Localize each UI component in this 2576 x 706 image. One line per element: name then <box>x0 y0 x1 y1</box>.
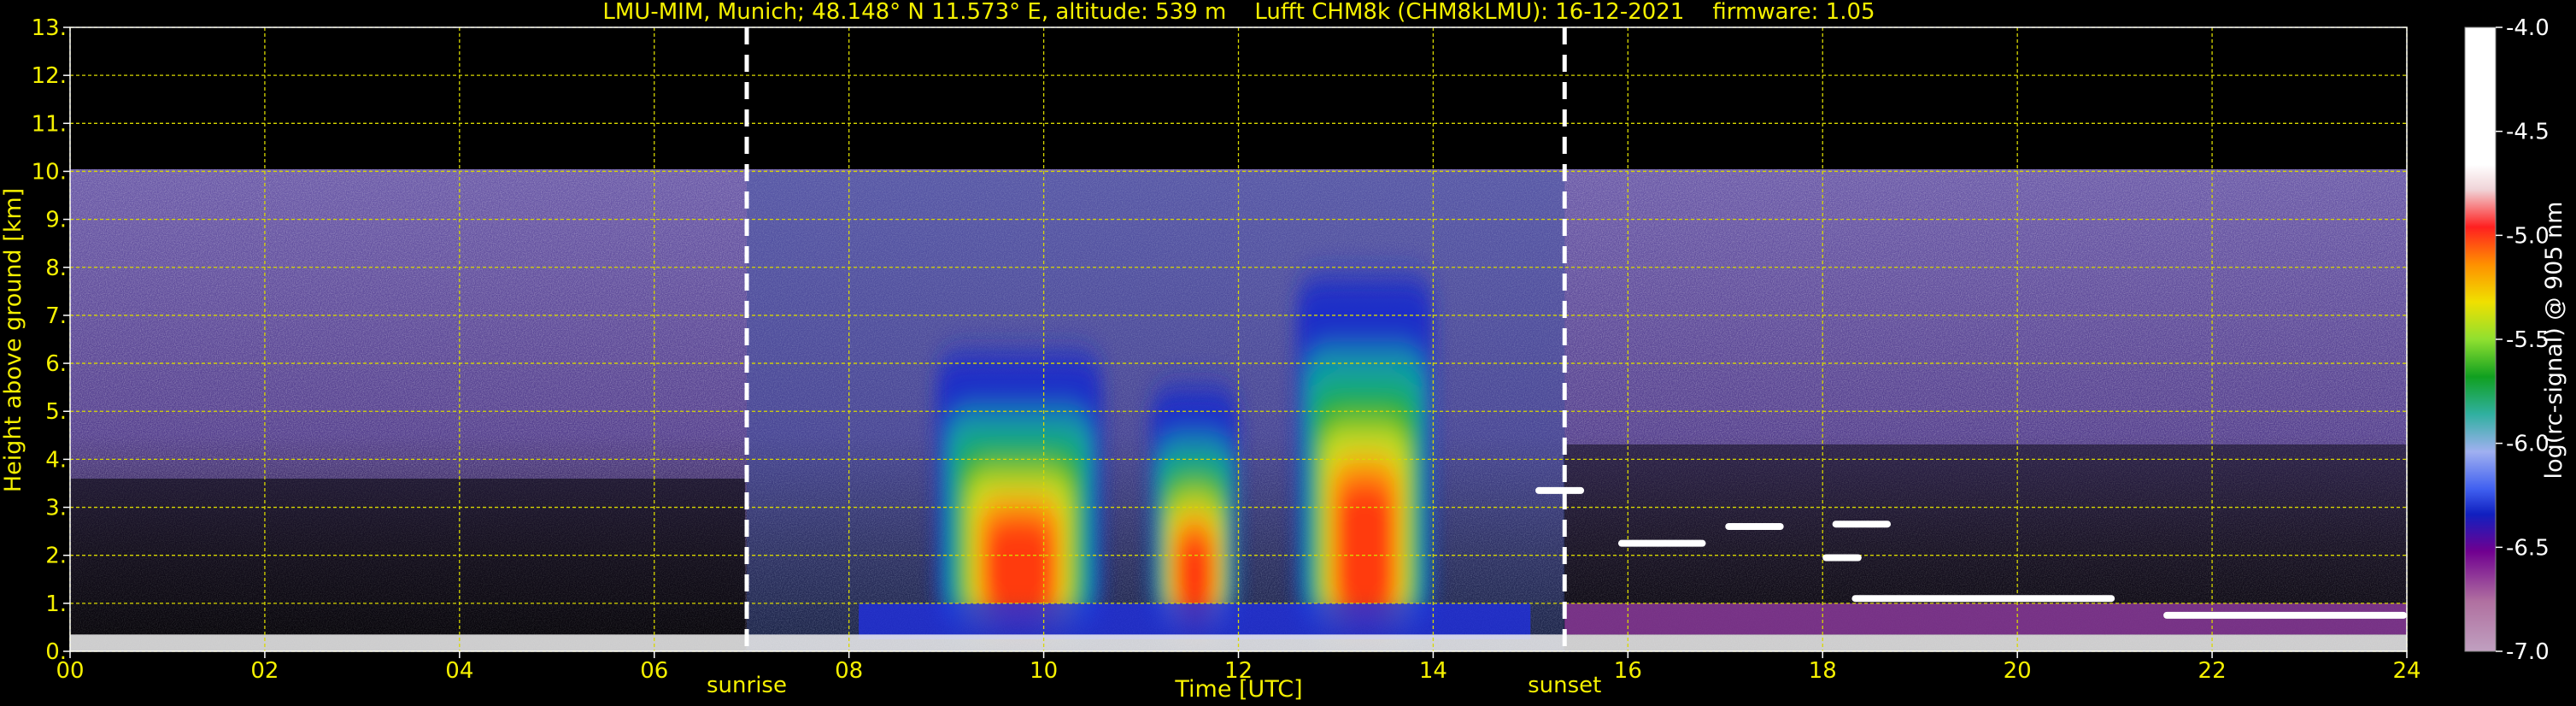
y-tick-label: 8. <box>45 256 67 281</box>
signal-plume <box>936 353 1102 623</box>
y-tick-label: 2. <box>45 544 67 569</box>
colorbar: -4.0-4.5-5.0-5.5-6.0-6.5-7.0 log(rc-sign… <box>2464 15 2567 665</box>
colorbar-tick-label: -7.0 <box>2506 639 2550 665</box>
x-tick-label: 10 <box>1030 658 1058 684</box>
cloud-layer-mark <box>1832 521 1892 528</box>
sunrise-label: sunrise <box>707 673 787 698</box>
y-tick-label: 0. <box>45 639 67 665</box>
x-tick-label: 06 <box>640 658 668 684</box>
x-tick-label: 22 <box>2198 658 2227 684</box>
colorbar-label: log(rc-signal) @ 905 nm <box>2541 202 2567 479</box>
cloud-layer-mark <box>1535 486 1585 494</box>
boundary-layer-band <box>859 603 1531 639</box>
y-tick-label: 4. <box>45 447 67 473</box>
x-tick-label: 04 <box>445 658 473 684</box>
colorbar-tick-label: -4.0 <box>2506 15 2550 41</box>
colorbar-tick-label: -6.5 <box>2506 535 2550 561</box>
cloud-layer-mark <box>1851 595 2115 603</box>
signal-plume <box>1150 387 1239 623</box>
y-tick-label: 10. <box>32 159 67 185</box>
cloud-layer-mark <box>2163 611 2407 619</box>
y-axis-label: Height above ground [km] <box>0 188 26 492</box>
y-tick-label: 11. <box>32 111 67 137</box>
y-tick-label: 12. <box>32 63 67 89</box>
x-tick-label: 16 <box>1614 658 1642 684</box>
y-tick-label: 9. <box>45 208 67 233</box>
x-tick-label: 08 <box>835 658 863 684</box>
x-axis-label: Time [UTC] <box>1174 676 1302 703</box>
cloud-layer-mark <box>1617 539 1706 547</box>
y-tick-label: 1. <box>45 591 67 617</box>
y-tick-label: 7. <box>45 303 67 329</box>
x-tick-label: 02 <box>250 658 279 684</box>
signal-plume <box>1296 277 1434 623</box>
x-tick-label: 20 <box>2004 658 2032 684</box>
x-tick-label: 14 <box>1419 658 1447 684</box>
sunset-label: sunset <box>1528 673 1601 698</box>
evening-aerosol-layer <box>1564 603 2407 635</box>
y-tick-label: 13. <box>32 15 67 41</box>
ceilometer-chart: sunrise sunset 00 02 04 06 08 10 12 14 16 18 20 22 24… <box>0 0 2567 703</box>
signal-plume-layer <box>1337 479 1393 623</box>
low-signal-band <box>70 479 745 651</box>
colorbar-scale <box>2464 26 2497 652</box>
colorbar-tick-label: -4.5 <box>2506 120 2550 145</box>
chart-title: LMU-MIM, Munich; 48.148° N 11.573° E, al… <box>602 0 1875 25</box>
y-tick-label: 3. <box>45 496 67 521</box>
cloud-layer-mark <box>1725 523 1784 530</box>
x-tick-label: 18 <box>1809 658 1837 684</box>
cloud-layer-mark <box>1822 554 1862 562</box>
y-tick-label: 6. <box>45 351 67 377</box>
x-tick-label: 24 <box>2392 658 2421 684</box>
y-tick-label: 5. <box>45 399 67 425</box>
surface-return <box>70 634 2407 651</box>
